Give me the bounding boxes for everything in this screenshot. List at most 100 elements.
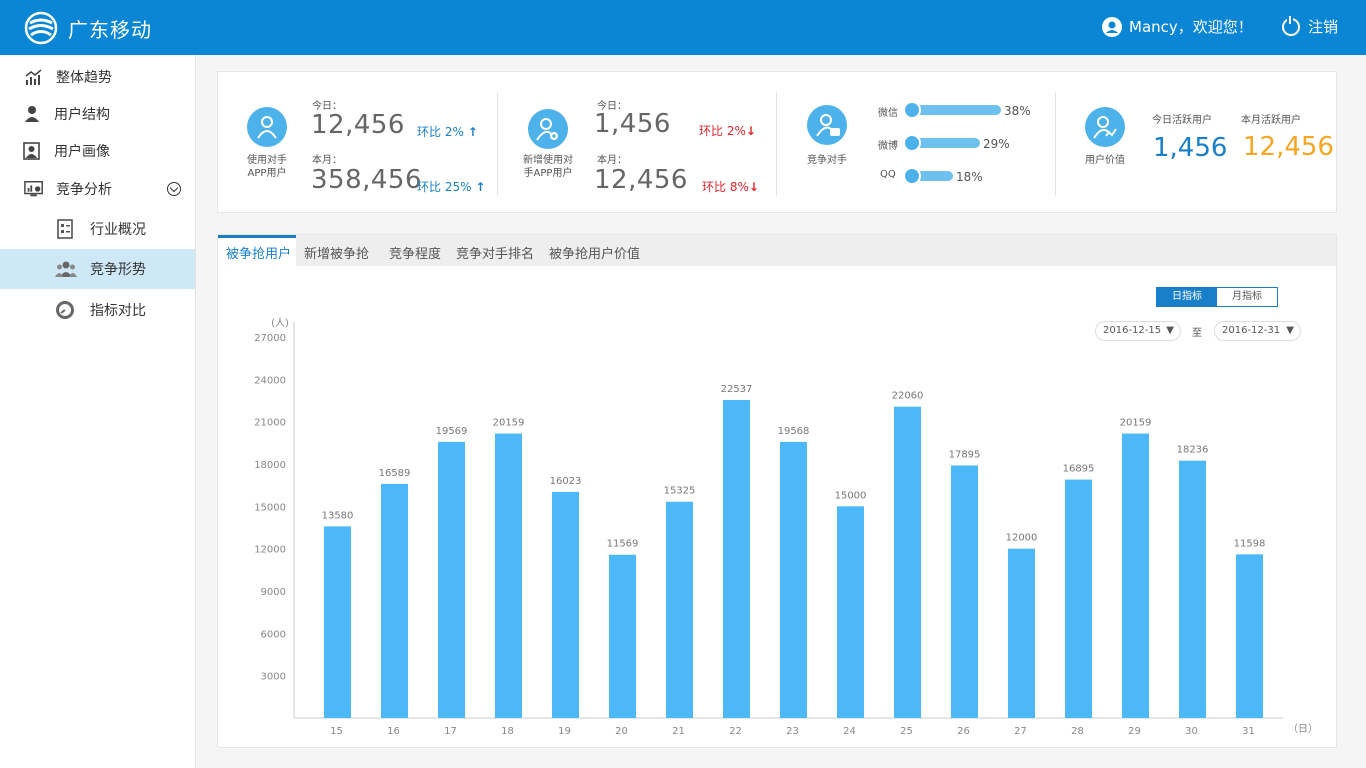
app-users-today-ratio: 环比 2% ↑	[417, 125, 478, 139]
sidebar-item-user-structure[interactable]: 用户结构	[0, 94, 193, 134]
user-menu[interactable]: Mancy，欢迎您！	[1102, 16, 1253, 37]
stats-panel: 使用对手 APP用户 今日： 12,456 环比 2% ↑ 本月： 358,456…	[217, 71, 1337, 213]
month-label: 本月：	[312, 155, 342, 166]
arrow-up-icon: ↑	[467, 125, 478, 139]
sidebar-item-label: 整体趋势	[56, 70, 112, 86]
bar-value-label: 19569	[436, 426, 468, 437]
competitor-percent: 38%	[1004, 104, 1031, 118]
x-tick-label: 20	[615, 726, 628, 737]
x-tick-label: 24	[843, 726, 856, 737]
bar-value-label: 17895	[949, 449, 981, 460]
bar	[780, 441, 807, 718]
x-tick-label: 30	[1185, 726, 1198, 737]
user-icon	[25, 106, 39, 122]
x-tick-label: 16	[387, 726, 400, 737]
bar	[666, 501, 693, 718]
y-tick-label: 6000	[261, 629, 286, 640]
sidebar-item-competition-analysis[interactable]: 竞争分析	[0, 169, 195, 209]
competitor-percent: 29%	[983, 137, 1010, 151]
sidebar-item-overall-trend[interactable]: 整体趋势	[0, 57, 195, 97]
competitor-avatar	[807, 105, 847, 145]
sidebar-item-label: 竞争分析	[56, 182, 112, 198]
x-tick-label: 15	[330, 726, 343, 737]
user-portrait-icon	[23, 142, 40, 160]
y-tick-label: 24000	[254, 375, 286, 386]
sidebar-item-label: 用户结构	[54, 107, 110, 123]
y-tick-label: 18000	[254, 460, 286, 471]
user-avatar-icon	[1102, 16, 1122, 37]
bar	[1065, 479, 1092, 718]
sidebar-item-label: 指标对比	[90, 303, 146, 319]
x-tick-label: 28	[1071, 726, 1084, 737]
bar-value-label: 11569	[607, 539, 639, 550]
power-icon	[1282, 15, 1300, 36]
bar-value-label: 15000	[835, 490, 867, 501]
sidebar-item-indicator-comparison[interactable]: 指标对比	[0, 290, 195, 330]
user-value-caption: 用户价值	[1085, 155, 1125, 166]
trend-chart-icon	[25, 69, 42, 85]
competitor-name: 微博	[878, 141, 898, 152]
sidebar-item-competition-situation[interactable]: 竞争形势	[0, 249, 195, 289]
new-users-month-ratio: 环比 8%↓	[702, 180, 759, 194]
sidebar-item-user-portrait[interactable]: 用户画像	[0, 131, 193, 171]
x-tick-label: 26	[957, 726, 970, 737]
bar	[495, 433, 522, 718]
sidebar-item-label: 用户画像	[54, 144, 110, 160]
month-active-value: 12,456	[1243, 132, 1334, 162]
arrow-up-icon: ↑	[475, 180, 486, 194]
bar	[552, 491, 579, 718]
bar	[1122, 433, 1149, 718]
y-axis-unit-label: (人)	[271, 317, 289, 329]
bar	[324, 526, 351, 718]
competitor-bar	[910, 105, 1001, 115]
user-greeting: Mancy，欢迎您！	[1129, 18, 1253, 36]
bar-value-label: 15325	[664, 486, 696, 497]
bar-value-label: 20159	[493, 418, 525, 429]
arrow-down-icon: ↓	[745, 124, 756, 138]
x-tick-label: 23	[786, 726, 799, 737]
bar-value-label: 16589	[379, 468, 411, 479]
sidebar-item-industry-overview[interactable]: 行业概况	[0, 209, 195, 249]
logout-label: 注销	[1308, 18, 1339, 36]
y-tick-label: 27000	[254, 333, 286, 344]
x-tick-label: 25	[900, 726, 913, 737]
x-axis-unit-label: （日）	[1288, 723, 1318, 735]
bar-value-label: 18236	[1177, 445, 1209, 456]
bar	[1008, 548, 1035, 718]
bar-value-label: 12000	[1006, 533, 1038, 544]
x-tick-label: 19	[558, 726, 571, 737]
user-outline-icon	[257, 116, 277, 139]
bar-value-label: 22537	[721, 384, 753, 395]
wechat-icon	[903, 101, 921, 119]
china-mobile-logo-icon	[24, 11, 58, 45]
arrow-down-icon: ↓	[748, 180, 759, 194]
user-value-icon	[1093, 116, 1117, 139]
new-users-month-value: 12,456	[594, 165, 688, 195]
x-tick-label: 17	[444, 726, 457, 737]
qq-icon	[903, 167, 921, 185]
divider	[1055, 92, 1056, 196]
competitor-name: 微信	[878, 108, 898, 119]
competition-monitor-icon	[24, 181, 43, 197]
chart-panel: 被争抢用户 新增被争抢 竞争程度 竞争对手排名 被争抢用户价值 日指标 月指标 …	[217, 234, 1337, 748]
month-active-label: 本月活跃用户	[1241, 115, 1301, 126]
x-tick-label: 21	[672, 726, 685, 737]
brand-name: 广东移动	[68, 18, 152, 42]
app-users-month-value: 358,456	[311, 165, 423, 195]
x-tick-label: 29	[1128, 726, 1141, 737]
weibo-icon	[903, 134, 921, 152]
gauge-icon	[56, 301, 74, 319]
bar	[723, 399, 750, 718]
bar	[1179, 460, 1206, 718]
competitor-caption: 竞争对手	[807, 155, 847, 166]
app-users-month-ratio: 环比 25% ↑	[417, 180, 486, 194]
logout-button[interactable]: 注销	[1282, 15, 1339, 37]
new-users-today-ratio: 环比 2%↓	[699, 124, 756, 138]
x-tick-label: 18	[501, 726, 514, 737]
x-tick-label: 31	[1242, 726, 1255, 737]
divider	[497, 92, 498, 196]
bar-value-label: 13580	[322, 510, 354, 521]
chevron-down-icon[interactable]	[167, 182, 181, 196]
group-icon	[55, 261, 77, 277]
bar-value-label: 16023	[550, 476, 582, 487]
